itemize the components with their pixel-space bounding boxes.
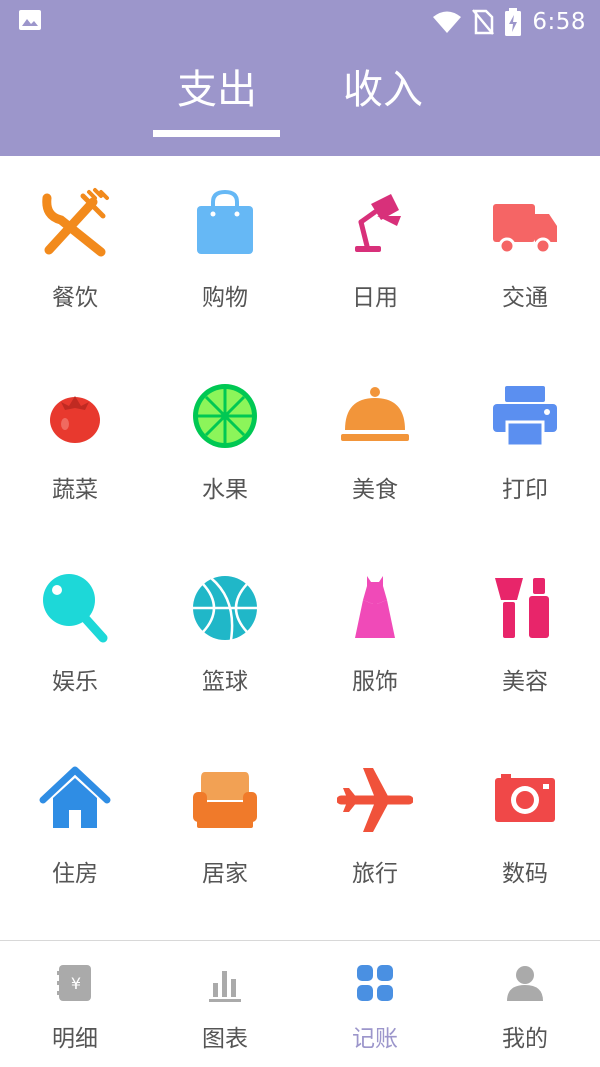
nav-item-mine[interactable]: 我的	[450, 941, 600, 1067]
status-time: 6:58	[532, 9, 586, 35]
category-label: 日用	[352, 285, 398, 311]
category-item-dining[interactable]: 餐饮	[0, 156, 150, 348]
nav-label: 图表	[202, 1026, 248, 1052]
category-item-food[interactable]: 美食	[300, 348, 450, 540]
category-item-housing[interactable]: 住房	[0, 732, 150, 924]
category-label: 住房	[52, 861, 98, 887]
category-label: 服饰	[352, 669, 398, 695]
tab-expense[interactable]: 支出	[152, 60, 282, 120]
category-item-digital[interactable]: 数码	[450, 732, 600, 924]
lime-icon	[187, 378, 263, 454]
tab-selected-indicator	[153, 130, 280, 137]
basketball-icon	[187, 570, 263, 646]
category-item-daily[interactable]: 日用	[300, 156, 450, 348]
svg-text:¥: ¥	[71, 974, 81, 993]
category-label: 水果	[202, 477, 248, 503]
category-item-home[interactable]: 居家	[150, 732, 300, 924]
category-item-beauty[interactable]: 美容	[450, 540, 600, 732]
truck-icon	[487, 186, 563, 262]
armchair-icon	[187, 762, 263, 838]
status-right: 6:58	[432, 4, 586, 40]
category-grid: 餐饮 购物 日用 交通 蔬菜 水果 美食 打印 娱乐 篮球 服饰 美容 住房 居…	[0, 156, 600, 940]
wifi-icon	[433, 11, 462, 33]
shopping-bag-icon	[187, 186, 263, 262]
nav-item-details[interactable]: ¥ 明细	[0, 941, 150, 1067]
category-label: 蔬菜	[52, 477, 98, 503]
category-item-shopping[interactable]: 购物	[150, 156, 300, 348]
tomato-icon	[37, 378, 113, 454]
category-label: 数码	[502, 861, 548, 887]
category-label: 娱乐	[52, 669, 98, 695]
category-item-fruit[interactable]: 水果	[150, 348, 300, 540]
category-item-travel[interactable]: 旅行	[300, 732, 450, 924]
image-notification-icon	[19, 10, 41, 30]
tab-income[interactable]: 收入	[318, 60, 448, 120]
airplane-icon	[337, 762, 413, 838]
category-label: 美容	[502, 669, 548, 695]
category-label: 餐饮	[52, 285, 98, 311]
food-cloche-icon	[337, 378, 413, 454]
bottom-nav: ¥ 明细 图表 记账 我的	[0, 940, 600, 1067]
category-item-basketball[interactable]: 篮球	[150, 540, 300, 732]
nav-label: 明细	[52, 1026, 98, 1052]
desk-lamp-icon	[337, 186, 413, 262]
category-item-transport[interactable]: 交通	[450, 156, 600, 348]
user-icon	[505, 963, 545, 1003]
app-screen: 6:58 支出 收入 餐饮 购物 日用 交通 蔬菜 水果 美食 打印 娱乐 篮球…	[0, 0, 600, 1067]
printer-icon	[487, 378, 563, 454]
ledger-icon: ¥	[55, 963, 95, 1003]
ping-pong-icon	[37, 570, 113, 646]
type-tabs: 支出 收入	[0, 52, 600, 142]
bar-chart-icon	[205, 963, 245, 1003]
category-item-vegetables[interactable]: 蔬菜	[0, 348, 150, 540]
makeup-icon	[487, 570, 563, 646]
camera-icon	[487, 762, 563, 838]
nav-item-charts[interactable]: 图表	[150, 941, 300, 1067]
grid-icon	[355, 963, 395, 1003]
category-label: 篮球	[202, 669, 248, 695]
category-label: 打印	[502, 477, 548, 503]
header: 6:58 支出 收入	[0, 0, 600, 156]
category-item-clothing[interactable]: 服饰	[300, 540, 450, 732]
dress-icon	[337, 570, 413, 646]
category-label: 美食	[352, 477, 398, 503]
fork-knife-icon	[37, 186, 113, 262]
nav-label: 记账	[352, 1026, 398, 1052]
category-label: 交通	[502, 285, 548, 311]
status-bar: 6:58	[0, 0, 600, 44]
category-item-printing[interactable]: 打印	[450, 348, 600, 540]
no-sim-icon	[472, 9, 495, 35]
battery-charging-icon	[505, 8, 522, 36]
category-label: 居家	[202, 861, 248, 887]
category-label: 旅行	[352, 861, 398, 887]
nav-label: 我的	[502, 1026, 548, 1052]
house-icon	[37, 762, 113, 838]
nav-item-bookkeeping[interactable]: 记账	[300, 941, 450, 1067]
category-item-entertainment[interactable]: 娱乐	[0, 540, 150, 732]
category-label: 购物	[202, 285, 248, 311]
